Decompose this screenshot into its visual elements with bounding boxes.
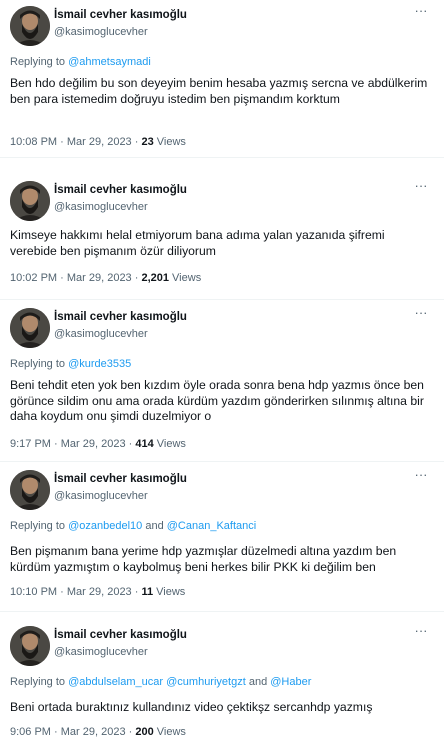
replying-to-label: Replying to bbox=[10, 676, 66, 688]
mention-link[interactable]: @abdulselam_ucar bbox=[68, 676, 163, 688]
and-label: and bbox=[248, 676, 268, 688]
display-name[interactable]: İsmail cevher kasımoğlu bbox=[54, 628, 187, 642]
mention-link[interactable]: @Haber bbox=[270, 676, 311, 688]
replying-to-label: Replying to bbox=[10, 520, 66, 532]
tweet[interactable]: İsmail cevher kasımoğlu @kasimoglucevher… bbox=[0, 175, 444, 300]
profile-photo-icon bbox=[10, 181, 50, 221]
tweet-text: Ben pişmanım bana yerime hdp yazmışlar d… bbox=[10, 544, 397, 574]
tweet-text: Ben hdo değilim bu son deyeyim benim hes… bbox=[10, 76, 428, 106]
display-name[interactable]: İsmail cevher kasımoğlu bbox=[54, 310, 187, 324]
timestamp[interactable]: 9:06 PM · Mar 29, 2023 · bbox=[10, 726, 135, 738]
tweet-text: Beni tehdit eten yok ben kızdım öyle ora… bbox=[10, 378, 424, 423]
tweet[interactable]: İsmail cevher kasımoğlu @kasimoglucevher… bbox=[0, 0, 444, 158]
views-label: Views bbox=[156, 438, 186, 450]
author-names: İsmail cevher kasımoğlu @kasimoglucevher bbox=[54, 183, 187, 214]
tweet-text: Kimseye hakkımı helal etmiyorum bana adı… bbox=[10, 228, 385, 258]
handle[interactable]: @kasimoglucevher bbox=[54, 489, 187, 503]
replying-to: Replying to @abdulselam_ucar @cumhuriyet… bbox=[10, 676, 311, 688]
view-count: 2,201 bbox=[141, 272, 169, 284]
tweet-header: İsmail cevher kasımoğlu @kasimoglucevher… bbox=[10, 468, 434, 510]
avatar[interactable] bbox=[10, 626, 50, 666]
avatar[interactable] bbox=[10, 308, 50, 348]
handle[interactable]: @kasimoglucevher bbox=[54, 645, 187, 659]
views-label: Views bbox=[172, 272, 202, 284]
tweet-header: İsmail cevher kasımoğlu @kasimoglucevher… bbox=[10, 179, 434, 221]
display-name[interactable]: İsmail cevher kasımoğlu bbox=[54, 472, 187, 486]
replying-to-label: Replying to bbox=[10, 358, 66, 370]
display-name[interactable]: İsmail cevher kasımoğlu bbox=[54, 8, 187, 22]
view-count: 11 bbox=[141, 586, 154, 598]
tweet-meta: 9:17 PM · Mar 29, 2023 · 414 Views bbox=[10, 438, 186, 450]
more-options-icon[interactable]: ··· bbox=[412, 624, 430, 642]
tweet-header: İsmail cevher kasımoğlu @kasimoglucevher… bbox=[10, 4, 434, 46]
profile-photo-icon bbox=[10, 308, 50, 348]
timestamp[interactable]: 10:02 PM · Mar 29, 2023 · bbox=[10, 272, 141, 284]
tweet-text: Beni ortada buraktınız kullandınız video… bbox=[10, 700, 373, 714]
profile-photo-icon bbox=[10, 6, 50, 46]
tweet-meta: 10:08 PM · Mar 29, 2023 · 23 Views bbox=[10, 136, 186, 148]
replying-to: Replying to @ahmetsaymadi bbox=[10, 56, 151, 68]
timestamp[interactable]: 10:10 PM · Mar 29, 2023 · bbox=[10, 586, 141, 598]
author-names: İsmail cevher kasımoğlu @kasimoglucevher bbox=[54, 628, 187, 659]
mention-link[interactable]: @cumhuriyetgzt bbox=[166, 676, 246, 688]
view-count: 414 bbox=[135, 438, 154, 450]
and-label: and bbox=[145, 520, 164, 532]
more-options-icon[interactable]: ··· bbox=[412, 179, 430, 197]
views-label: Views bbox=[156, 136, 186, 148]
more-options-icon[interactable]: ··· bbox=[412, 468, 430, 486]
avatar[interactable] bbox=[10, 6, 50, 46]
avatar[interactable] bbox=[10, 470, 50, 510]
profile-photo-icon bbox=[10, 626, 50, 666]
display-name[interactable]: İsmail cevher kasımoğlu bbox=[54, 183, 187, 197]
tweet-meta: 10:02 PM · Mar 29, 2023 · 2,201 Views bbox=[10, 272, 201, 284]
handle[interactable]: @kasimoglucevher bbox=[54, 200, 187, 214]
handle[interactable]: @kasimoglucevher bbox=[54, 25, 187, 39]
replying-to: Replying to @kurde3535 bbox=[10, 358, 131, 370]
tweet-meta: 10:10 PM · Mar 29, 2023 · 11 Views bbox=[10, 586, 185, 598]
tweet[interactable]: İsmail cevher kasımoğlu @kasimoglucevher… bbox=[0, 620, 444, 750]
avatar[interactable] bbox=[10, 181, 50, 221]
profile-photo-icon bbox=[10, 470, 50, 510]
mention-link[interactable]: @Canan_Kaftanci bbox=[167, 520, 256, 532]
author-names: İsmail cevher kasımoğlu @kasimoglucevher bbox=[54, 310, 187, 341]
timestamp[interactable]: 10:08 PM · Mar 29, 2023 · bbox=[10, 136, 141, 148]
view-count: 200 bbox=[135, 726, 154, 738]
replying-to-label: Replying to bbox=[10, 56, 66, 68]
mention-link[interactable]: @kurde3535 bbox=[68, 358, 131, 370]
mention-link[interactable]: @ozanbedel10 bbox=[68, 520, 142, 532]
tweet-meta: 9:06 PM · Mar 29, 2023 · 200 Views bbox=[10, 726, 186, 738]
tweet[interactable]: İsmail cevher kasımoğlu @kasimoglucevher… bbox=[0, 464, 444, 612]
tweet-header: İsmail cevher kasımoğlu @kasimoglucevher… bbox=[10, 306, 434, 348]
author-names: İsmail cevher kasımoğlu @kasimoglucevher bbox=[54, 472, 187, 503]
view-count: 23 bbox=[141, 136, 154, 148]
timestamp[interactable]: 9:17 PM · Mar 29, 2023 · bbox=[10, 438, 135, 450]
handle[interactable]: @kasimoglucevher bbox=[54, 327, 187, 341]
views-label: Views bbox=[156, 726, 186, 738]
tweet-header: İsmail cevher kasımoğlu @kasimoglucevher… bbox=[10, 624, 434, 666]
author-names: İsmail cevher kasımoğlu @kasimoglucevher bbox=[54, 8, 187, 39]
more-options-icon[interactable]: ··· bbox=[412, 4, 430, 22]
mention-link[interactable]: @ahmetsaymadi bbox=[68, 56, 151, 68]
views-label: Views bbox=[156, 586, 186, 598]
replying-to: Replying to @ozanbedel10 and @Canan_Kaft… bbox=[10, 520, 256, 532]
more-options-icon[interactable]: ··· bbox=[412, 306, 430, 324]
tweet[interactable]: İsmail cevher kasımoğlu @kasimoglucevher… bbox=[0, 302, 444, 462]
